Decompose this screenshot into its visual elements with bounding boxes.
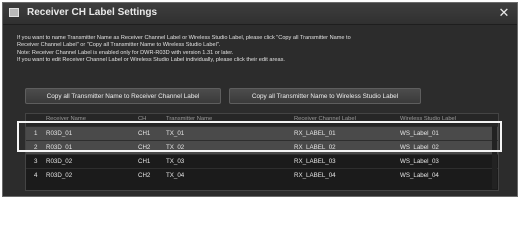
transmitter-name-cell: TX_02 — [166, 144, 185, 151]
title-bar: Receiver CH Label Settings ✕ — [3, 3, 517, 25]
header-ch: CH — [138, 116, 147, 122]
receiver-ch-label-dialog: Receiver CH Label Settings ✕ If you want… — [2, 2, 518, 197]
receiver-name-cell: R03D_02 — [46, 158, 73, 165]
row-number: 3 — [34, 158, 38, 165]
header-transmitter-name: Transmitter Name — [166, 116, 213, 122]
table-header: Receiver Name CH Transmitter Name Receiv… — [26, 114, 498, 126]
app-icon — [9, 8, 19, 17]
copy-to-wireless-studio-label-button[interactable]: Copy all Transmitter Name to Wireless St… — [229, 88, 421, 104]
row-number: 2 — [34, 144, 38, 151]
table-row[interactable]: 3 R03D_02 CH1 TX_03 RX_LABEL_03 WS_Label… — [26, 154, 498, 169]
dialog-title: Receiver CH Label Settings — [27, 7, 158, 18]
transmitter-name-cell: TX_03 — [166, 158, 185, 165]
receiver-channel-label-cell[interactable]: RX_LABEL_01 — [294, 130, 336, 137]
table-row[interactable]: 1 R03D_01 CH1 TX_01 RX_LABEL_01 WS_Label… — [26, 126, 498, 141]
table-row[interactable]: 4 R03D_02 CH2 TX_04 RX_LABEL_04 WS_Label… — [26, 168, 498, 183]
table-row[interactable]: 2 R03D_01 CH2 TX_02 RX_LABEL_02 WS_Label… — [26, 140, 498, 155]
instructions-text: If you want to name Transmitter Name as … — [17, 35, 513, 65]
ch-cell: CH1 — [138, 130, 151, 137]
ch-cell: CH2 — [138, 144, 151, 151]
header-wireless-studio-label: Wireless Studio Label — [400, 116, 457, 122]
header-receiver-channel-label: Receiver Channel Label — [294, 116, 356, 122]
table-scrollbar[interactable] — [492, 126, 497, 189]
row-number: 1 — [34, 130, 38, 137]
ch-cell: CH1 — [138, 158, 151, 165]
copy-to-receiver-channel-label-button[interactable]: Copy all Transmitter Name to Receiver Ch… — [25, 88, 221, 104]
receiver-channel-label-cell[interactable]: RX_LABEL_03 — [294, 158, 336, 165]
close-icon[interactable]: ✕ — [497, 6, 511, 20]
header-receiver-name: Receiver Name — [46, 116, 86, 122]
receiver-channel-label-cell[interactable]: RX_LABEL_02 — [294, 144, 336, 151]
instructions-line-3: Note: Receiver Channel Label is enabled … — [17, 49, 234, 56]
instructions-line-4: If you want to edit Receiver Channel Lab… — [17, 57, 285, 64]
channel-label-table: Receiver Name CH Transmitter Name Receiv… — [25, 113, 499, 191]
wireless-studio-label-cell[interactable]: WS_Label_02 — [400, 144, 439, 151]
transmitter-name-cell: TX_04 — [166, 172, 185, 179]
ch-cell: CH2 — [138, 172, 151, 179]
wireless-studio-label-cell[interactable]: WS_Label_03 — [400, 158, 439, 165]
row-number: 4 — [34, 172, 38, 179]
wireless-studio-label-cell[interactable]: WS_Label_01 — [400, 130, 439, 137]
wireless-studio-label-cell[interactable]: WS_Label_04 — [400, 172, 439, 179]
instructions-line-1: If you want to name Transmitter Name as … — [17, 35, 351, 41]
instructions-line-2: Receiver Channel Label" or "Copy all Tra… — [17, 42, 221, 49]
receiver-name-cell: R03D_01 — [46, 130, 73, 137]
transmitter-name-cell: TX_01 — [166, 130, 185, 137]
receiver-name-cell: R03D_02 — [46, 172, 73, 179]
receiver-name-cell: R03D_01 — [46, 144, 73, 151]
receiver-channel-label-cell[interactable]: RX_LABEL_04 — [294, 172, 336, 179]
